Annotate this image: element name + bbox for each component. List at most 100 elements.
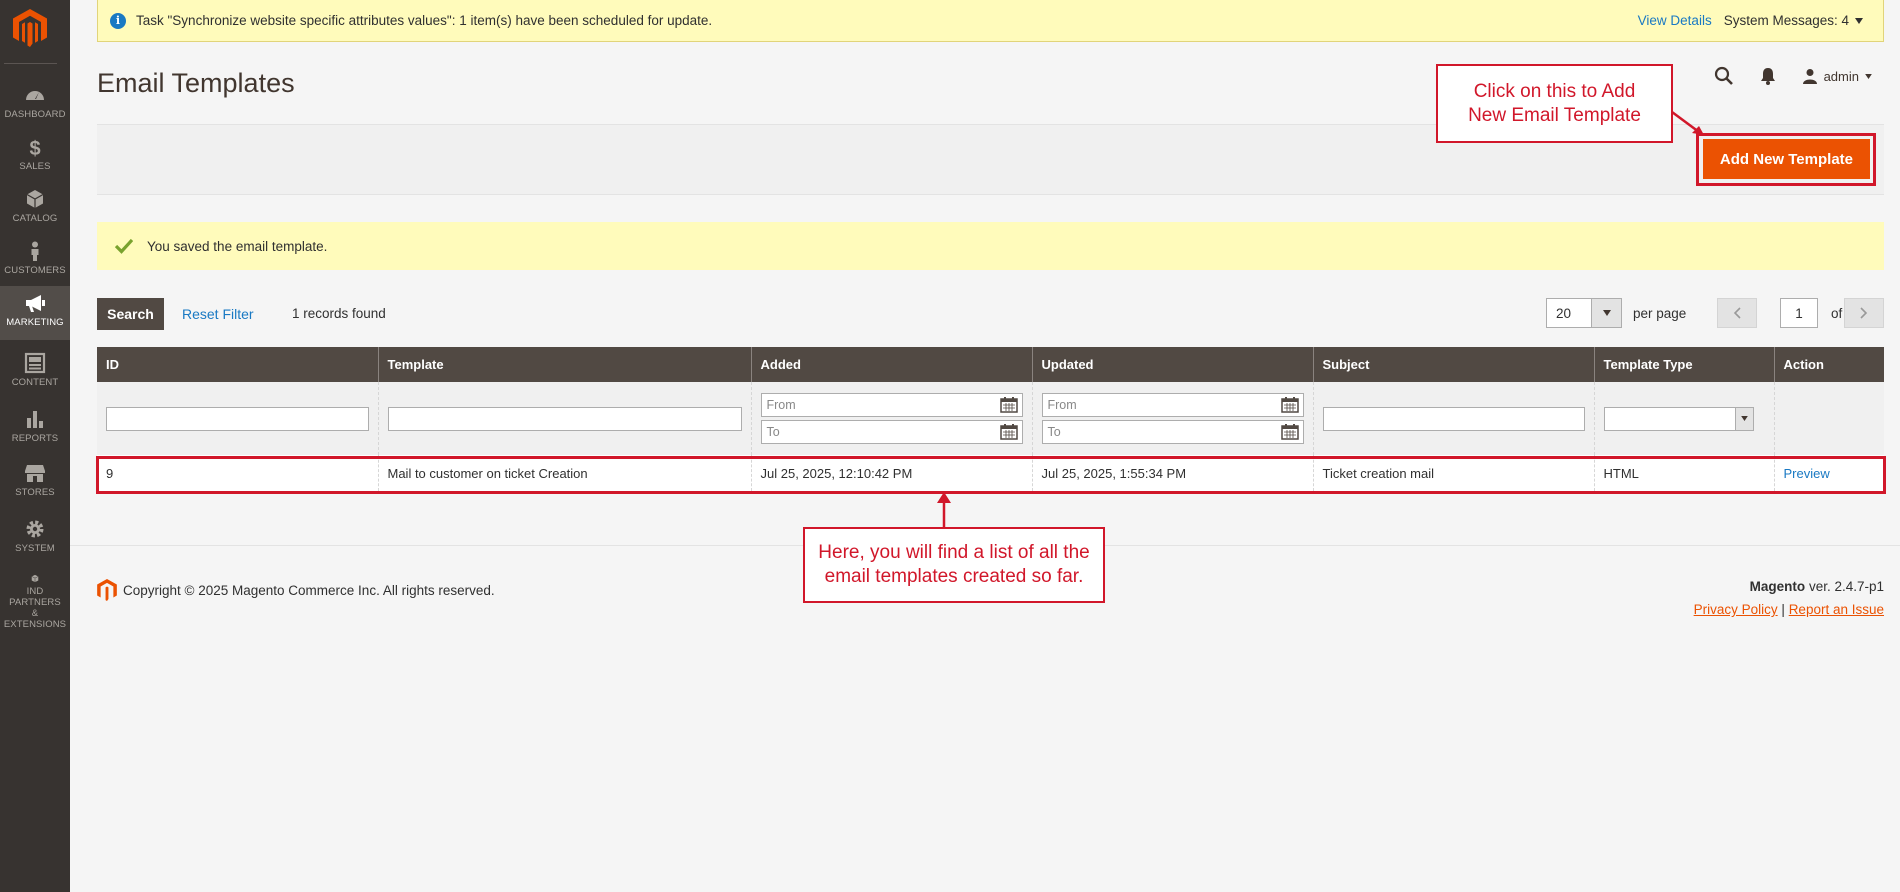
column-header-template-type[interactable]: Template Type xyxy=(1594,347,1775,382)
admin-sidebar: DASHBOARD $ SALES CATALOG CUSTOMERS MARK… xyxy=(0,0,70,892)
magento-logo-icon xyxy=(97,579,117,601)
sidebar-item-label: SYSTEM xyxy=(15,543,55,554)
report-issue-link[interactable]: Report an Issue xyxy=(1789,602,1884,617)
cube-icon xyxy=(26,190,44,208)
cell-updated: Jul 25, 2025, 1:55:34 PM xyxy=(1032,455,1314,491)
person-icon xyxy=(31,241,39,261)
version-info: Magento ver. 2.4.7-p1 xyxy=(1750,579,1884,594)
calendar-icon[interactable] xyxy=(999,397,1018,413)
calendar-icon[interactable] xyxy=(1280,397,1299,413)
sidebar-item-label: MARKETING xyxy=(6,317,64,328)
sidebar-item-system[interactable]: SYSTEM xyxy=(0,512,70,566)
annotation-callout-list: Here, you will find a list of all the em… xyxy=(803,527,1105,603)
cell-subject: Ticket creation mail xyxy=(1313,455,1595,491)
filter-id-input[interactable] xyxy=(106,406,369,431)
system-messages-toggle[interactable]: System Messages: 4 xyxy=(1724,13,1863,28)
column-header-updated[interactable]: Updated xyxy=(1032,347,1314,382)
search-icon[interactable] xyxy=(1714,66,1734,86)
sidebar-item-partners[interactable]: IND PARTNERS & EXTENSIONS xyxy=(0,568,70,630)
column-header-added[interactable]: Added xyxy=(751,347,1033,382)
column-header-subject[interactable]: Subject xyxy=(1313,347,1595,382)
bell-icon[interactable] xyxy=(1760,67,1776,85)
sidebar-item-customers[interactable]: CUSTOMERS xyxy=(0,234,70,288)
sidebar-item-catalog[interactable]: CATALOG xyxy=(0,182,70,236)
sidebar-divider xyxy=(4,63,57,64)
footer-links: Privacy Policy | Report an Issue xyxy=(1694,602,1884,617)
dashboard-icon xyxy=(26,91,44,100)
sidebar-item-stores[interactable]: STORES xyxy=(0,456,70,510)
sidebar-item-label: STORES xyxy=(15,487,55,498)
filter-placeholder: From xyxy=(766,398,796,412)
filter-placeholder: To xyxy=(766,425,780,439)
grid-header-row: ID Template Added Updated Subject Templa… xyxy=(97,347,1884,382)
search-button[interactable]: Search xyxy=(97,298,164,330)
sidebar-item-reports[interactable]: REPORTS xyxy=(0,402,70,456)
sidebar-item-label: CATALOG xyxy=(12,213,58,224)
sidebar-item-label: DASHBOARD xyxy=(4,109,66,120)
admin-username: admin xyxy=(1823,68,1859,84)
admin-user-menu[interactable]: admin xyxy=(1802,68,1872,84)
success-message: You saved the email template. xyxy=(97,222,1884,270)
sidebar-item-label: CUSTOMERS xyxy=(4,265,66,276)
page-title: Email Templates xyxy=(97,68,295,98)
checkmark-icon xyxy=(115,238,133,254)
sidebar-item-label: IND PARTNERS xyxy=(9,586,61,608)
sidebar-item-label: SALES xyxy=(19,161,51,172)
sidebar-item-sales[interactable]: $ SALES xyxy=(0,130,70,184)
per-page-select[interactable]: 20 xyxy=(1546,298,1622,328)
annotation-text: New Email Template xyxy=(1468,104,1641,126)
cell-added: Jul 25, 2025, 12:10:42 PM xyxy=(751,455,1033,491)
annotation-text: email templates created so far. xyxy=(824,566,1084,587)
add-new-template-button[interactable]: Add New Template xyxy=(1702,139,1870,179)
sidebar-item-marketing[interactable]: MARKETING xyxy=(0,286,70,340)
calendar-icon[interactable] xyxy=(1280,424,1299,440)
filter-template-input[interactable] xyxy=(387,406,742,431)
copyright: Copyright © 2025 Magento Commerce Inc. A… xyxy=(97,579,495,601)
filter-updated-from-input[interactable]: From xyxy=(1041,393,1304,417)
column-header-id[interactable]: ID xyxy=(97,347,379,382)
box-icon xyxy=(31,574,39,583)
svg-text:$: $ xyxy=(29,138,40,158)
sidebar-item-content[interactable]: CONTENT xyxy=(0,346,70,400)
preview-link[interactable]: Preview xyxy=(1784,466,1830,481)
filter-added-from-input[interactable]: From xyxy=(760,393,1023,417)
calendar-icon[interactable] xyxy=(999,424,1018,440)
annotation-text: Here, you will find a list of all the xyxy=(818,542,1090,563)
system-message-text: Task "Synchronize website specific attri… xyxy=(136,13,713,28)
sidebar-item-label: & EXTENSIONS xyxy=(3,608,67,630)
next-page-button[interactable] xyxy=(1844,298,1884,328)
user-icon xyxy=(1802,69,1817,84)
magento-logo-icon[interactable] xyxy=(13,9,47,47)
grid-toolbar: Search Reset Filter 1 records found 20 p… xyxy=(97,298,1884,330)
filter-placeholder: From xyxy=(1047,398,1077,412)
reset-filter-link[interactable]: Reset Filter xyxy=(182,306,254,322)
cell-template-type: HTML xyxy=(1594,455,1775,491)
page-number-input[interactable]: 1 xyxy=(1780,298,1818,328)
email-templates-grid: ID Template Added Updated Subject Templa… xyxy=(97,347,1884,491)
column-header-action: Action xyxy=(1774,347,1884,382)
system-message-bar: i Task "Synchronize website specific att… xyxy=(97,0,1884,42)
sidebar-item-label: CONTENT xyxy=(11,377,59,388)
sidebar-item-dashboard[interactable]: DASHBOARD xyxy=(0,78,70,132)
chevron-down-icon xyxy=(1855,17,1863,24)
store-icon xyxy=(25,465,45,482)
copyright-text: Copyright © 2025 Magento Commerce Inc. A… xyxy=(123,582,495,598)
previous-page-button[interactable] xyxy=(1717,298,1757,328)
success-message-text: You saved the email template. xyxy=(147,238,328,254)
view-details-link[interactable]: View Details xyxy=(1638,13,1712,28)
filter-added-to-input[interactable]: To xyxy=(760,420,1023,444)
filter-updated-to-input[interactable]: To xyxy=(1041,420,1304,444)
annotation-arrow xyxy=(1671,110,1704,135)
column-header-template[interactable]: Template xyxy=(378,347,752,382)
filter-subject-input[interactable] xyxy=(1322,406,1585,431)
bar-chart-icon xyxy=(27,411,43,428)
table-row[interactable]: 9 Mail to customer on ticket Creation Ju… xyxy=(97,455,1884,491)
annotation-arrow xyxy=(937,492,951,529)
filter-template-type-select[interactable] xyxy=(1603,406,1754,431)
privacy-policy-link[interactable]: Privacy Policy xyxy=(1694,602,1778,617)
megaphone-icon xyxy=(26,295,45,312)
cell-action: Preview xyxy=(1774,455,1884,491)
filter-placeholder: To xyxy=(1047,425,1061,439)
header-actions: admin xyxy=(1714,66,1872,86)
brand-name: Magento xyxy=(1749,579,1806,594)
